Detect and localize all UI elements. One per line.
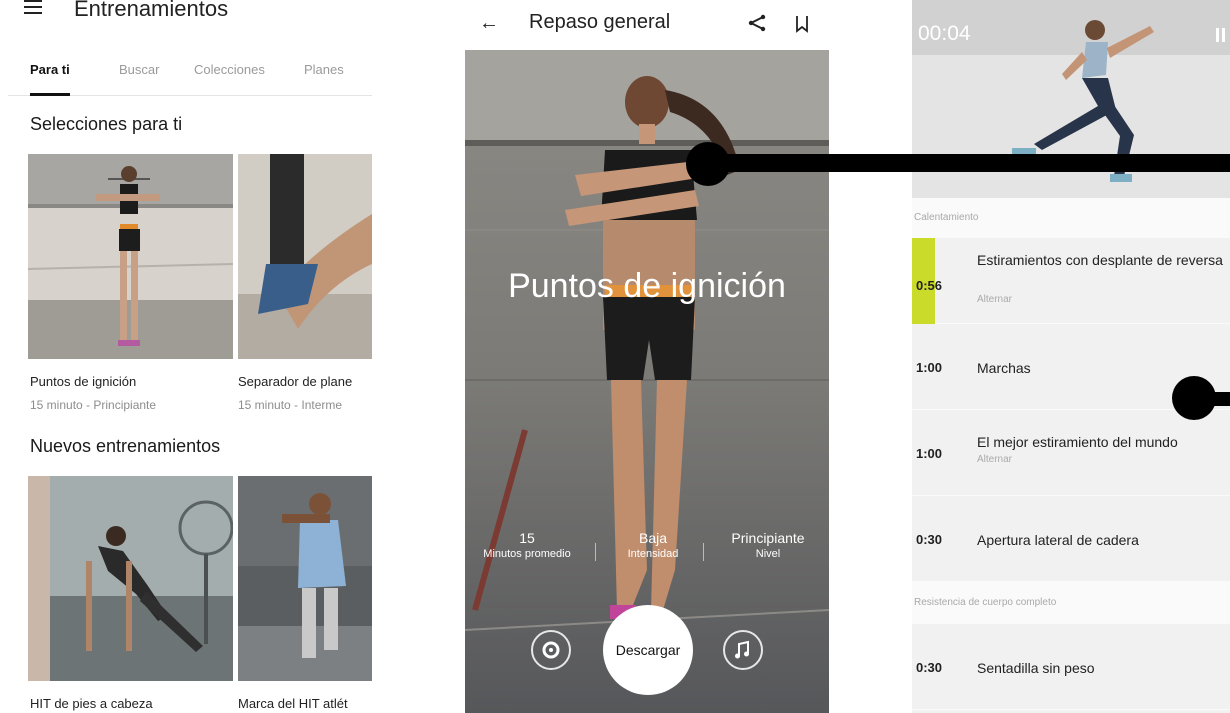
card-image-puntos[interactable] bbox=[28, 154, 233, 359]
exercise-row[interactable]: 0:30 Apertura lateral de cadera bbox=[912, 496, 1230, 582]
section-header: Calentamiento bbox=[912, 198, 1230, 238]
tab-bar: Para ti Buscar Colecciones Planes bbox=[8, 62, 372, 96]
card-title: Separador de plane bbox=[238, 374, 353, 389]
tab-para-ti[interactable]: Para ti bbox=[30, 62, 70, 96]
stat-label: Nivel bbox=[755, 548, 781, 560]
top-bar: Entrenamientos bbox=[0, 0, 372, 36]
workout-photo bbox=[238, 476, 372, 681]
exercise-time: 1:00 bbox=[916, 446, 943, 461]
workout-photo bbox=[28, 476, 233, 681]
divider bbox=[595, 543, 596, 561]
stat-intensity: Baja Intensidad bbox=[605, 530, 701, 560]
exercise-note: Alternar bbox=[977, 454, 1013, 465]
stat-value: 15 bbox=[519, 530, 535, 546]
workout-photo bbox=[238, 154, 372, 359]
divider bbox=[703, 543, 704, 561]
share-icon[interactable] bbox=[747, 14, 767, 32]
bookmark-icon[interactable] bbox=[795, 15, 809, 33]
header-title: Repaso general bbox=[529, 11, 671, 33]
section-title-picks: Selecciones para ti bbox=[30, 114, 183, 134]
exercise-row[interactable]: 1:00 El mejor estiramiento del mundo Alt… bbox=[912, 410, 1230, 496]
card-image-hit[interactable] bbox=[28, 476, 233, 681]
header-bar: ← Repaso general bbox=[465, 0, 829, 50]
connector-line bbox=[708, 154, 1230, 172]
music-button[interactable] bbox=[723, 630, 763, 670]
hero-image: Puntos de ignición 15 Minutos promedio B… bbox=[465, 50, 829, 713]
tab-buscar[interactable]: Buscar bbox=[119, 62, 159, 96]
download-button[interactable]: Descargar bbox=[603, 605, 693, 695]
menu-icon[interactable] bbox=[24, 0, 42, 14]
section-title-new: Nuevos entrenamientos bbox=[30, 436, 221, 456]
exercise-time: 0:56 bbox=[916, 278, 943, 293]
workouts-screen: Entrenamientos Para ti Buscar Coleccione… bbox=[0, 0, 372, 713]
tab-planes[interactable]: Planes bbox=[304, 62, 344, 96]
card-title: HIT de pies a cabeza bbox=[30, 696, 153, 711]
exercise-time: 0:30 bbox=[916, 532, 943, 547]
stat-label: Minutos promedio bbox=[483, 548, 571, 560]
back-arrow-icon[interactable]: ← bbox=[479, 12, 499, 35]
workout-photo bbox=[28, 154, 233, 359]
exercise-time: 0:30 bbox=[916, 660, 943, 675]
card-subtitle: 15 minuto - Interme bbox=[238, 398, 343, 412]
exercise-note: Alternar bbox=[977, 294, 1013, 305]
exercise-name: Sentadilla sin peso bbox=[977, 660, 1095, 676]
card-title: Marca del HIT atlét bbox=[238, 696, 348, 711]
stat-level: Principiante Nivel bbox=[709, 530, 827, 560]
overview-screen: ← Repaso general Puntos de ignición 15 M… bbox=[465, 0, 829, 713]
connector-line bbox=[1194, 392, 1230, 406]
stat-duration: 15 Minutos promedio bbox=[465, 530, 589, 560]
exercise-row[interactable]: 0:30 Sentadilla sin peso bbox=[912, 624, 1230, 710]
page-title: Entrenamientos bbox=[74, 0, 229, 21]
stat-value: Principiante bbox=[731, 530, 805, 546]
workout-title: Puntos de ignición bbox=[508, 267, 786, 305]
music-icon bbox=[735, 640, 749, 659]
exercise-name: Apertura lateral de cadera bbox=[977, 532, 1139, 548]
card-subtitle: 15 minuto - Principiante bbox=[30, 398, 157, 412]
pause-icon[interactable] bbox=[1215, 28, 1227, 42]
exercise-name: Marchas bbox=[977, 360, 1031, 376]
stat-value: Baja bbox=[638, 530, 668, 546]
tab-colecciones[interactable]: Colecciones bbox=[194, 62, 265, 96]
card-image-marca[interactable] bbox=[238, 476, 372, 681]
player-screen: 00:04 Calentamiento 0:56 Estiramientos c… bbox=[912, 0, 1230, 713]
exercise-name: Estiramientos con desplante de reversa bbox=[977, 252, 1223, 268]
section-header: Resistencia de cuerpo completo bbox=[912, 582, 1230, 624]
card-image-separador[interactable] bbox=[238, 154, 372, 359]
exercise-time: 1:00 bbox=[916, 360, 943, 375]
stat-label: Intensidad bbox=[627, 548, 679, 560]
elapsed-timer: 00:04 bbox=[918, 22, 971, 45]
exercise-row[interactable]: 0:56 Estiramientos con desplante de reve… bbox=[912, 238, 1230, 324]
settings-button[interactable] bbox=[531, 630, 571, 670]
card-title: Puntos de ignición bbox=[30, 374, 137, 389]
settings-icon bbox=[542, 641, 560, 659]
exercise-name: El mejor estiramiento del mundo bbox=[977, 434, 1178, 450]
